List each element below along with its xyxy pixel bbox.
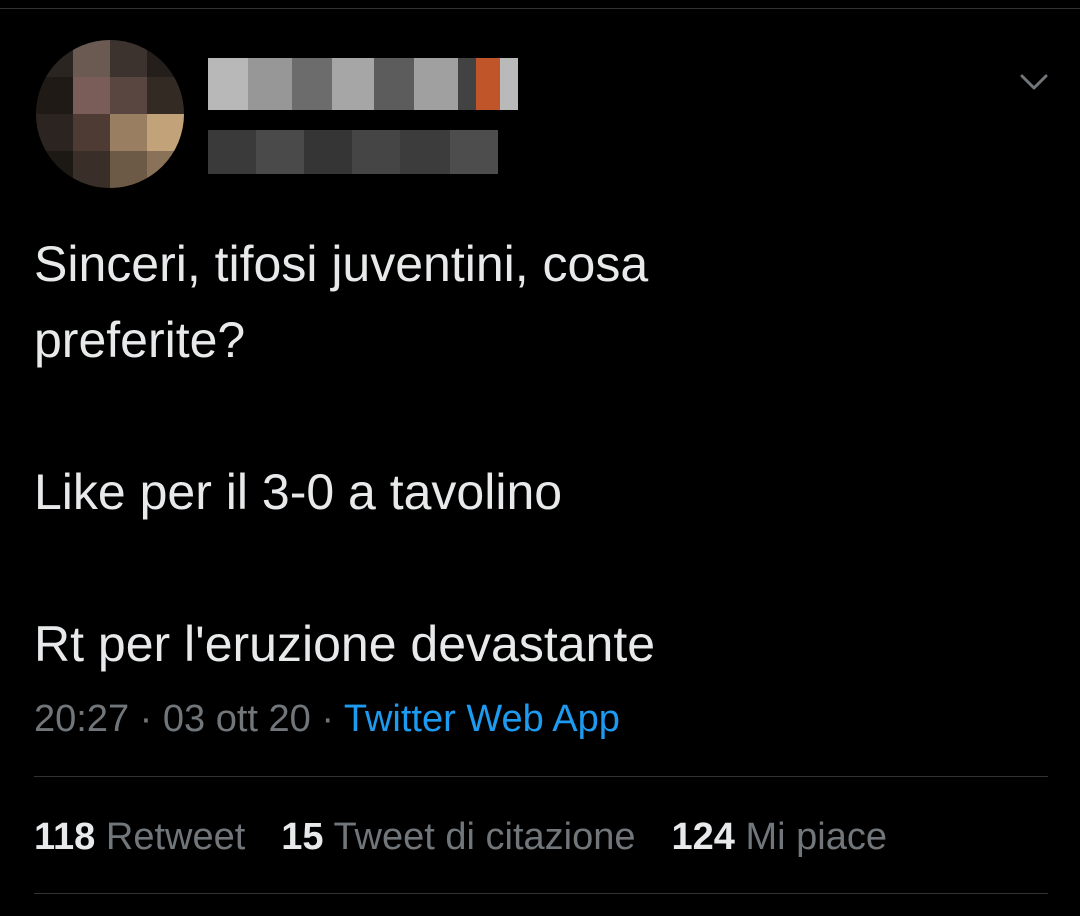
avatar-pixel — [147, 114, 184, 151]
name-pixel — [292, 58, 332, 110]
name-pixel — [332, 58, 374, 110]
avatar-pixel — [73, 77, 110, 114]
name-pixel — [414, 58, 458, 110]
stats-divider-top — [34, 776, 1048, 777]
quotes-label: Tweet di citazione — [333, 816, 636, 858]
avatar-pixel — [147, 77, 184, 114]
avatar-pixel — [147, 151, 184, 188]
avatar-pixel — [73, 114, 110, 151]
handle-pixel — [450, 130, 498, 174]
tweet-meta: 20:27 · 03 ott 20 · Twitter Web App — [34, 694, 620, 744]
tweet-source-link[interactable]: Twitter Web App — [344, 698, 620, 740]
tweet-date[interactable]: 03 ott 20 — [163, 698, 311, 740]
avatar-pixel — [73, 151, 110, 188]
name-pixel — [500, 58, 518, 110]
avatar-pixel — [110, 114, 147, 151]
name-pixel — [476, 58, 500, 110]
engagement-stats: 118 Retweet 15 Tweet di citazione 124 Mi… — [34, 812, 923, 862]
handle-pixel — [400, 130, 450, 174]
stats-divider-bottom — [34, 893, 1048, 894]
name-pixel — [208, 58, 248, 110]
tweet-time[interactable]: 20:27 — [34, 698, 129, 740]
avatar-pixel — [36, 151, 73, 188]
chevron-down-icon[interactable] — [1016, 64, 1052, 100]
likes-stat[interactable]: 124 Mi piace — [672, 812, 887, 862]
retweets-stat[interactable]: 118 Retweet — [34, 812, 245, 862]
name-pixel — [248, 58, 292, 110]
handle-pixel — [352, 130, 400, 174]
retweets-count: 118 — [34, 816, 96, 858]
handle-pixel — [304, 130, 352, 174]
quotes-stat[interactable]: 15 Tweet di citazione — [281, 812, 635, 862]
retweets-label: Retweet — [105, 816, 246, 858]
pixelated-display-name[interactable] — [208, 58, 518, 110]
avatar-pixel — [36, 40, 73, 77]
avatar-pixel — [110, 151, 147, 188]
avatar-pixel — [36, 77, 73, 114]
likes-count: 124 — [671, 816, 735, 858]
avatar[interactable] — [36, 40, 184, 188]
handle-pixel — [208, 130, 256, 174]
handle-pixel — [256, 130, 304, 174]
avatar-pixel — [36, 114, 73, 151]
quotes-count: 15 — [281, 816, 324, 858]
avatar-pixel — [110, 40, 147, 77]
meta-separator: · — [139, 698, 153, 740]
avatar-pixel — [73, 40, 110, 77]
tweet-text: Sinceri, tifosi juventini, cosa preferit… — [34, 236, 656, 672]
name-pixel — [374, 58, 414, 110]
top-divider — [0, 8, 1080, 9]
avatar-pixel — [110, 77, 147, 114]
pixelated-handle[interactable] — [208, 130, 498, 174]
avatar-pixel — [147, 40, 184, 77]
meta-separator: · — [321, 698, 334, 740]
likes-label: Mi piace — [745, 816, 887, 858]
